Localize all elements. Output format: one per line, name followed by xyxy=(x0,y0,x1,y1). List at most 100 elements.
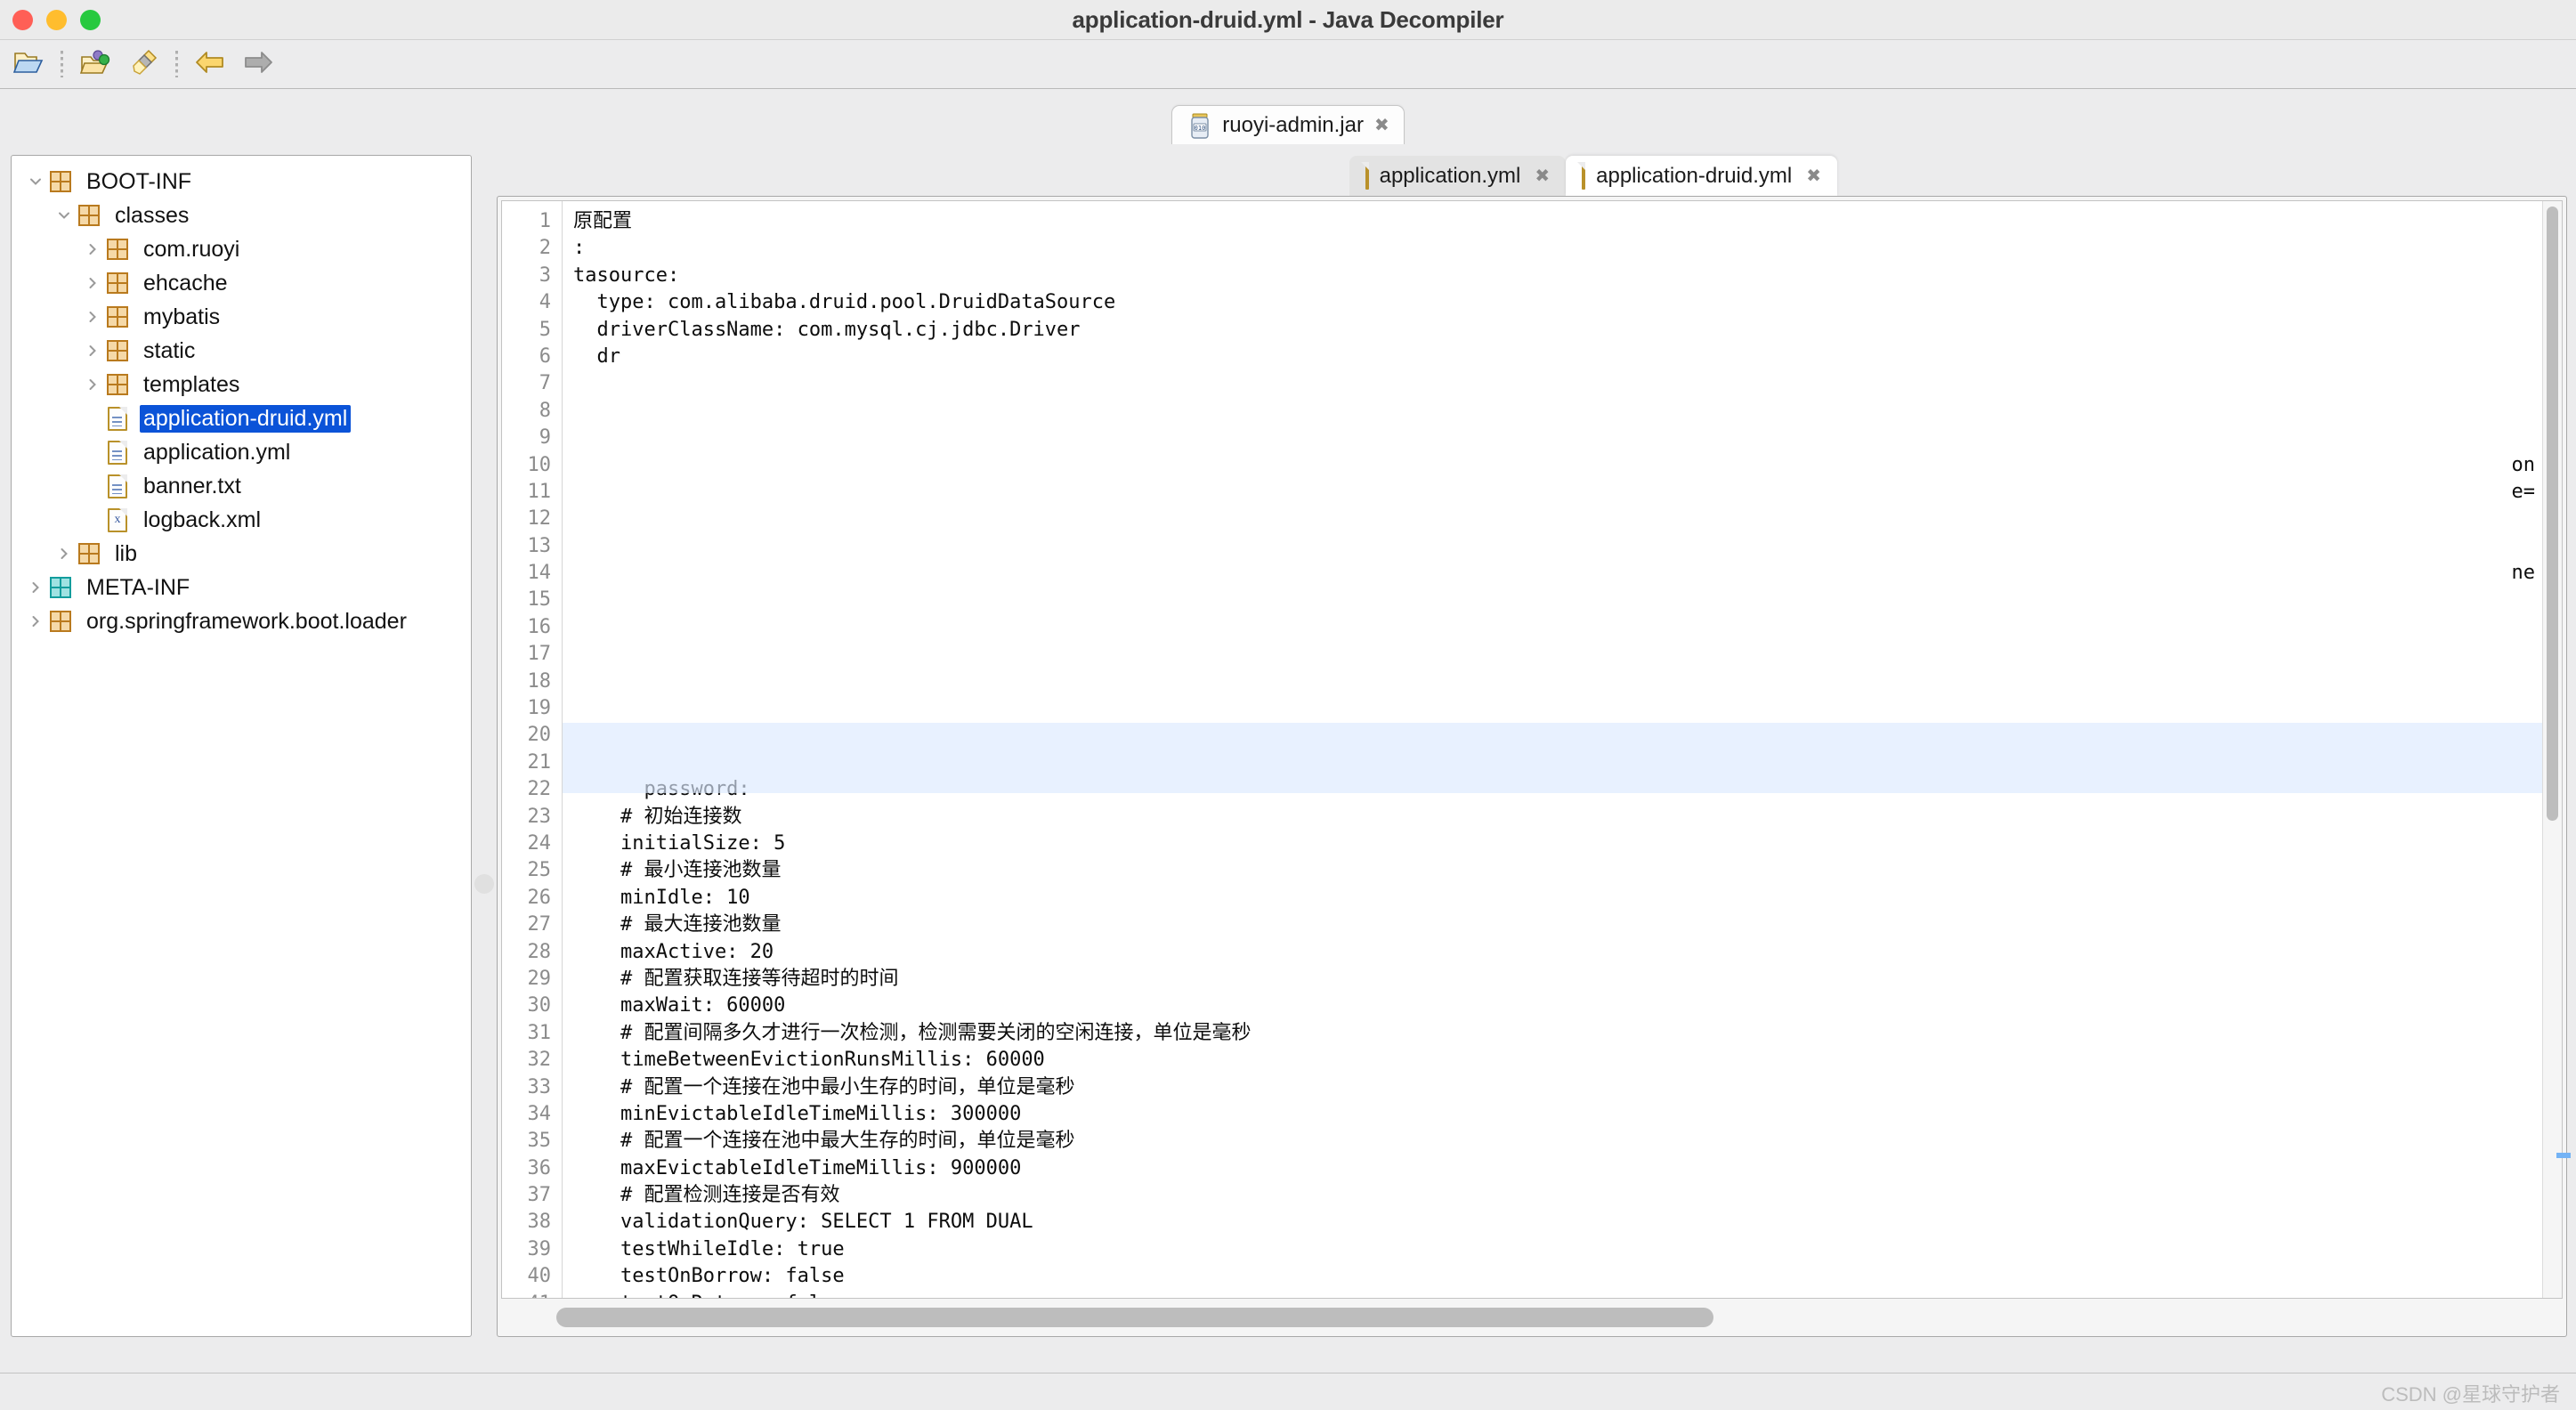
line-number: 2 xyxy=(502,235,562,262)
search-button[interactable] xyxy=(120,43,166,85)
editor-tab-label: application-druid.yml xyxy=(1596,164,1792,189)
chevron-right-icon[interactable] xyxy=(53,546,76,562)
tree-item-org-springframework-boot-loader[interactable]: org.springframework.boot.loader xyxy=(12,604,471,638)
line-number: 19 xyxy=(502,695,562,722)
chevron-right-icon[interactable] xyxy=(81,343,104,359)
tree-item-application-yml[interactable]: application.yml xyxy=(12,435,471,469)
line-number: 28 xyxy=(502,939,562,966)
chevron-right-icon[interactable] xyxy=(81,275,104,291)
code-line xyxy=(573,614,2562,641)
file-icon xyxy=(1582,164,1585,189)
tree-item-label: static xyxy=(140,337,198,365)
tree-item-label: org.springframework.boot.loader xyxy=(83,608,410,636)
code-line: 原配置 xyxy=(573,208,2562,235)
code-line xyxy=(573,560,2562,587)
tree-item-lib[interactable]: lib xyxy=(12,537,471,571)
minimize-window-button[interactable] xyxy=(46,10,67,30)
tree-item-boot-inf[interactable]: BOOT-INF xyxy=(12,165,471,199)
chevron-down-icon[interactable] xyxy=(24,174,47,190)
code-line: dr xyxy=(573,344,2562,370)
line-number: 35 xyxy=(502,1128,562,1155)
title-bar: application-druid.yml - Java Decompiler xyxy=(0,0,2576,40)
line-number: 32 xyxy=(502,1047,562,1074)
code-line xyxy=(573,641,2562,668)
chevron-right-icon[interactable] xyxy=(24,613,47,629)
marker-rail[interactable] xyxy=(2556,0,2571,1410)
code-line: # 配置一个连接在池中最小生存的时间，单位是毫秒 xyxy=(573,1074,2562,1101)
line-number: 31 xyxy=(502,1020,562,1047)
line-number: 1 xyxy=(502,208,562,235)
chevron-right-icon[interactable] xyxy=(81,377,104,393)
open-file-button[interactable] xyxy=(5,43,52,85)
line-number: 34 xyxy=(502,1101,562,1128)
code-line: type: com.alibaba.druid.pool.DruidDataSo… xyxy=(573,289,2562,316)
code-line: # 配置获取连接等待超时的时间 xyxy=(573,966,2562,993)
window-title: application-druid.yml - Java Decompiler xyxy=(0,6,2576,34)
line-number: 33 xyxy=(502,1074,562,1101)
chevron-right-icon[interactable] xyxy=(24,579,47,596)
code-viewport[interactable]: 1234567891011121314151617181920212223242… xyxy=(501,200,2563,1299)
tree-item-logback-xml[interactable]: xlogback.xml xyxy=(12,503,471,537)
jar-tab[interactable]: 010 ruoyi-admin.jar ✖ xyxy=(1171,105,1404,144)
chevron-right-icon[interactable] xyxy=(81,309,104,325)
code-line: # 初始连接数 xyxy=(573,804,2562,831)
line-number: 20 xyxy=(502,722,562,749)
code-text-area[interactable]: 原配置:tasource: type: com.alibaba.druid.po… xyxy=(563,201,2562,1298)
line-number: 6 xyxy=(502,344,562,370)
code-line xyxy=(573,370,2562,397)
splitter-handle[interactable] xyxy=(474,874,494,894)
close-icon[interactable]: ✖ xyxy=(1374,114,1389,136)
pane-splitter[interactable] xyxy=(472,144,497,1373)
close-icon[interactable]: ✖ xyxy=(1806,165,1821,187)
tree-item-application-druid-yml[interactable]: application-druid.yml xyxy=(12,401,471,435)
code-line: maxActive: 20 xyxy=(573,939,2562,966)
tree-item-label: application-druid.yml xyxy=(140,405,351,433)
svg-text:010: 010 xyxy=(1195,125,1206,132)
line-number: 7 xyxy=(502,370,562,397)
open-type-button[interactable] xyxy=(72,43,118,85)
code-line: initialSize: 5 xyxy=(573,831,2562,857)
code-line: testOnBorrow: false xyxy=(573,1263,2562,1290)
toolbar-separator-2 xyxy=(175,51,178,77)
horizontal-scrollbar[interactable] xyxy=(501,1302,2563,1333)
arrow-left-icon xyxy=(194,49,226,80)
jar-tab-label: ruoyi-admin.jar xyxy=(1222,113,1364,138)
forward-button[interactable] xyxy=(235,43,281,85)
tree-item-banner-txt[interactable]: banner.txt xyxy=(12,469,471,503)
open-type-folder-icon xyxy=(80,48,110,81)
close-icon[interactable]: ✖ xyxy=(1535,165,1550,187)
horizontal-scrollbar-thumb[interactable] xyxy=(556,1308,1713,1327)
maximize-window-button[interactable] xyxy=(80,10,101,30)
close-window-button[interactable] xyxy=(12,10,33,30)
chevron-right-icon[interactable] xyxy=(81,241,104,257)
back-button[interactable] xyxy=(187,43,233,85)
package-icon xyxy=(47,171,74,192)
line-number: 26 xyxy=(502,885,562,912)
package-icon xyxy=(104,306,131,328)
line-number: 13 xyxy=(502,533,562,560)
tree-item-com-ruoyi[interactable]: com.ruoyi xyxy=(12,232,471,266)
tree-item-classes[interactable]: classes xyxy=(12,199,471,232)
open-folder-icon xyxy=(13,48,44,81)
tree-item-templates[interactable]: templates xyxy=(12,368,471,401)
tree-item-label: ehcache xyxy=(140,270,231,297)
editor-tab-application-yml[interactable]: application.yml✖ xyxy=(1349,156,1567,196)
code-line: minIdle: 10 xyxy=(573,885,2562,912)
line-number: 15 xyxy=(502,587,562,613)
tree-item-static[interactable]: static xyxy=(12,334,471,368)
tree-item-meta-inf[interactable]: META-INF xyxy=(12,571,471,604)
line-number: 3 xyxy=(502,263,562,289)
line-number: 21 xyxy=(502,750,562,776)
line-number: 4 xyxy=(502,289,562,316)
code-line: maxWait: 60000 xyxy=(573,993,2562,1019)
code-line: testOnReturn: false xyxy=(573,1291,2562,1298)
package-tree-panel[interactable]: BOOT-INFclassescom.ruoyi ehcache mybatis st… xyxy=(11,155,472,1337)
chevron-down-icon[interactable] xyxy=(53,207,76,223)
watermark: CSDN @星球守护者 xyxy=(2381,1379,2560,1407)
line-number: 17 xyxy=(502,641,562,668)
tree-item-mybatis[interactable]: mybatis xyxy=(12,300,471,334)
line-number-gutter: 1234567891011121314151617181920212223242… xyxy=(502,201,563,1298)
tree-item-ehcache[interactable]: ehcache xyxy=(12,266,471,300)
java-decompiler-window: application-druid.yml - Java Decompiler xyxy=(0,0,2576,1410)
editor-tab-application-druid-yml[interactable]: application-druid.yml ✖ xyxy=(1566,156,1837,196)
